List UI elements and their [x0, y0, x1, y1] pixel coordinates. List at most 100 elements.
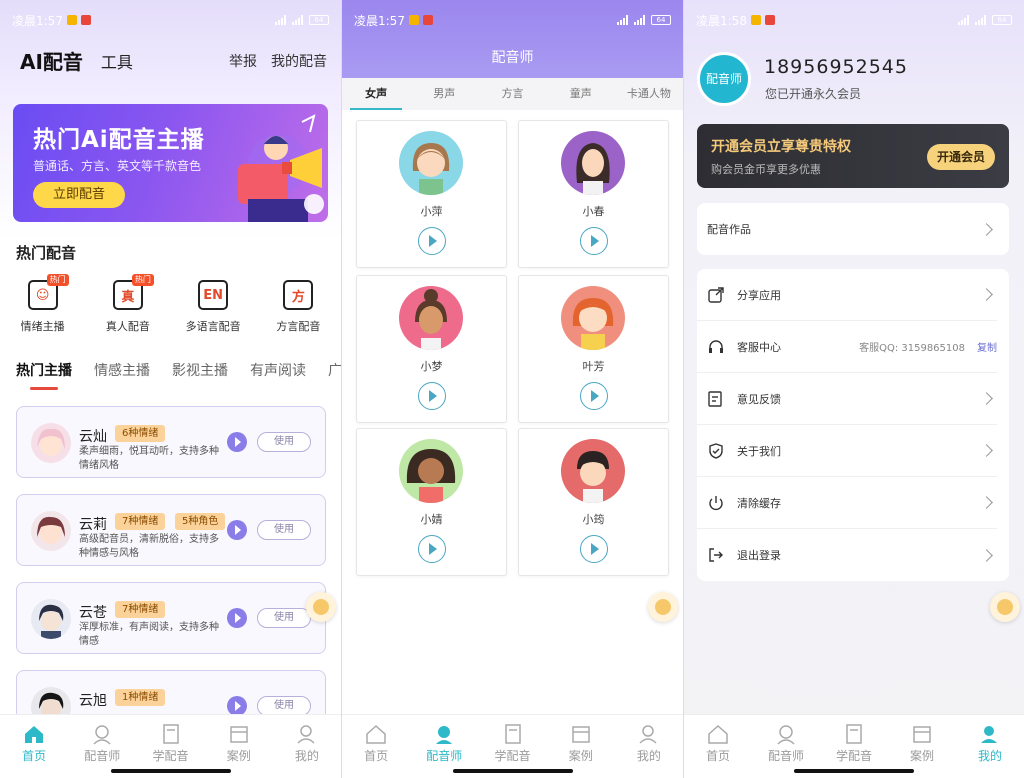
battery-icon: 64	[992, 15, 1012, 25]
emotion-tag: 7种情绪	[115, 601, 166, 618]
menu-label: 意见反馈	[737, 392, 781, 406]
vip-subtitle: 购会员金币享更多优惠	[711, 163, 821, 176]
menu-label: 客服中心	[737, 340, 781, 354]
nav-home[interactable]: 首页	[684, 715, 752, 778]
works-card: 配音作品	[697, 203, 1009, 255]
home-icon	[708, 724, 728, 744]
customer-service-row[interactable]: 客服中心 客服QQ: 3159865108 复制	[697, 321, 997, 373]
avatar	[31, 511, 71, 551]
nav-home[interactable]: 首页	[342, 715, 410, 778]
nav-label: 学配音	[152, 749, 189, 763]
my-works-row[interactable]: 配音作品	[697, 203, 997, 255]
quick-multilingual[interactable]: EN 多语言配音	[171, 280, 256, 334]
report-link[interactable]: 举报	[229, 51, 257, 71]
nav-label: 我的	[977, 749, 1002, 763]
anchor-card[interactable]: 云苍 7种情绪 浑厚标准，有声阅读，支持多种情感 使用	[16, 582, 326, 654]
vip-banner[interactable]: 开通会员立享尊贵特权 购会员金币享更多优惠 开通会员	[697, 124, 1009, 188]
about-us-row[interactable]: 关于我们	[697, 425, 997, 477]
logout-row[interactable]: 退出登录	[697, 529, 997, 581]
nav-label: 首页	[705, 749, 730, 763]
use-button[interactable]: 使用	[257, 520, 311, 540]
quick-label: 多语言配音	[185, 320, 241, 333]
book-icon	[162, 724, 179, 744]
signal-icon	[617, 15, 628, 25]
tab-dialect[interactable]: 方言	[478, 78, 546, 110]
voice-card[interactable]: 小筠	[518, 428, 669, 576]
cases-icon	[229, 726, 248, 743]
hot-dubbing-title: 热门配音	[16, 244, 77, 262]
tab-male[interactable]: 男声	[410, 78, 478, 110]
use-button[interactable]: 使用	[257, 432, 311, 452]
play-icon[interactable]	[580, 227, 608, 255]
anchor-name: 云旭	[79, 693, 107, 709]
tab-audiobook[interactable]: 有声阅读	[250, 360, 306, 380]
nav-mine[interactable]: 我的	[956, 715, 1024, 778]
tool-tab[interactable]: 工具	[101, 49, 133, 73]
floating-assistant-icon[interactable]	[306, 592, 336, 622]
play-icon[interactable]	[227, 608, 247, 628]
chevron-right-icon	[980, 444, 993, 457]
voice-card[interactable]: 叶芳	[518, 275, 669, 423]
tab-child[interactable]: 童声	[547, 78, 615, 110]
start-dubbing-button[interactable]: 立即配音	[33, 182, 125, 208]
quick-emotion-anchor[interactable]: 热门 ☺ 情绪主播	[0, 274, 85, 334]
emotion-tag: 6种情绪	[115, 425, 166, 442]
notification-icon	[66, 15, 77, 25]
nav-mine[interactable]: 我的	[273, 715, 341, 778]
play-icon[interactable]	[580, 382, 608, 410]
use-button[interactable]: 使用	[257, 608, 311, 628]
chevron-right-icon	[980, 496, 993, 509]
voice-card[interactable]: 小婧	[356, 428, 507, 576]
tab-film-anchor[interactable]: 影视主播	[172, 360, 228, 380]
notification-icon	[750, 15, 761, 25]
cases-icon	[913, 726, 931, 743]
avatar	[399, 131, 463, 195]
profile-screen: 凌晨1:58 64 配音师 18956952545 您已开通永久会员 开通会员立…	[684, 0, 1024, 778]
play-icon[interactable]	[227, 696, 247, 716]
nav-label: 配音师	[767, 749, 804, 763]
tab-cartoon[interactable]: 卡通人物	[615, 78, 683, 110]
chevron-right-icon	[980, 288, 993, 301]
play-icon[interactable]	[418, 535, 446, 563]
copy-button[interactable]: 复制	[977, 339, 997, 354]
nav-mine[interactable]: 我的	[615, 715, 683, 778]
quick-dialect[interactable]: 方 方言配音	[256, 280, 341, 334]
voice-card[interactable]: 小梦	[356, 275, 507, 423]
avatar[interactable]: 配音师	[697, 52, 751, 106]
tab-ads[interactable]: 广告	[328, 360, 341, 380]
emotion-tag: 1种情绪	[115, 689, 166, 706]
signal-icon	[958, 15, 969, 25]
use-button[interactable]: 使用	[257, 696, 311, 716]
avatar	[31, 423, 71, 463]
promo-banner[interactable]: 热门Ai配音主播 普通话、方言、英文等千款音色 立即配音	[13, 104, 328, 222]
nav-home[interactable]: 首页	[0, 715, 68, 778]
anchor-category-tabs: 热门主播 情感主播 影视主播 有声阅读 广告	[16, 360, 341, 390]
play-icon[interactable]	[227, 432, 247, 452]
my-dubbing-link[interactable]: 我的配音	[271, 51, 327, 71]
book-icon	[504, 724, 521, 744]
user-phone: 18956952545	[764, 56, 908, 78]
quick-real-voice[interactable]: 热门 真 真人配音	[85, 274, 170, 334]
play-icon[interactable]	[418, 227, 446, 255]
tab-hot-anchor[interactable]: 热门主播	[16, 360, 72, 390]
share-app-row[interactable]: 分享应用	[697, 269, 997, 321]
feedback-row[interactable]: 意见反馈	[697, 373, 997, 425]
anchor-card[interactable]: 云莉 7种情绪 5种角色 高级配音员，清新脱俗，支持多种情感与风格 使用	[16, 494, 326, 566]
play-icon[interactable]	[227, 520, 247, 540]
clear-cache-row[interactable]: 清除缓存	[697, 477, 997, 529]
home-indicator	[452, 769, 573, 773]
voice-card[interactable]: 小萍	[356, 120, 507, 268]
nav-label: 案例	[909, 749, 934, 763]
tab-female[interactable]: 女声	[342, 78, 410, 110]
anchor-card[interactable]: 云灿 6种情绪 柔声细雨，悦耳动听，支持多种情绪风格 使用	[16, 406, 326, 478]
dialect-icon: 方	[283, 280, 314, 310]
play-icon[interactable]	[418, 382, 446, 410]
voice-card[interactable]: 小春	[518, 120, 669, 268]
play-icon[interactable]	[580, 535, 608, 563]
nav-label: 学配音	[835, 749, 872, 763]
floating-assistant-icon[interactable]	[648, 592, 678, 622]
signal-icon	[292, 15, 303, 25]
open-vip-button[interactable]: 开通会员	[926, 144, 995, 170]
floating-assistant-icon[interactable]	[990, 592, 1020, 622]
tab-emotion-anchor[interactable]: 情感主播	[94, 360, 150, 380]
